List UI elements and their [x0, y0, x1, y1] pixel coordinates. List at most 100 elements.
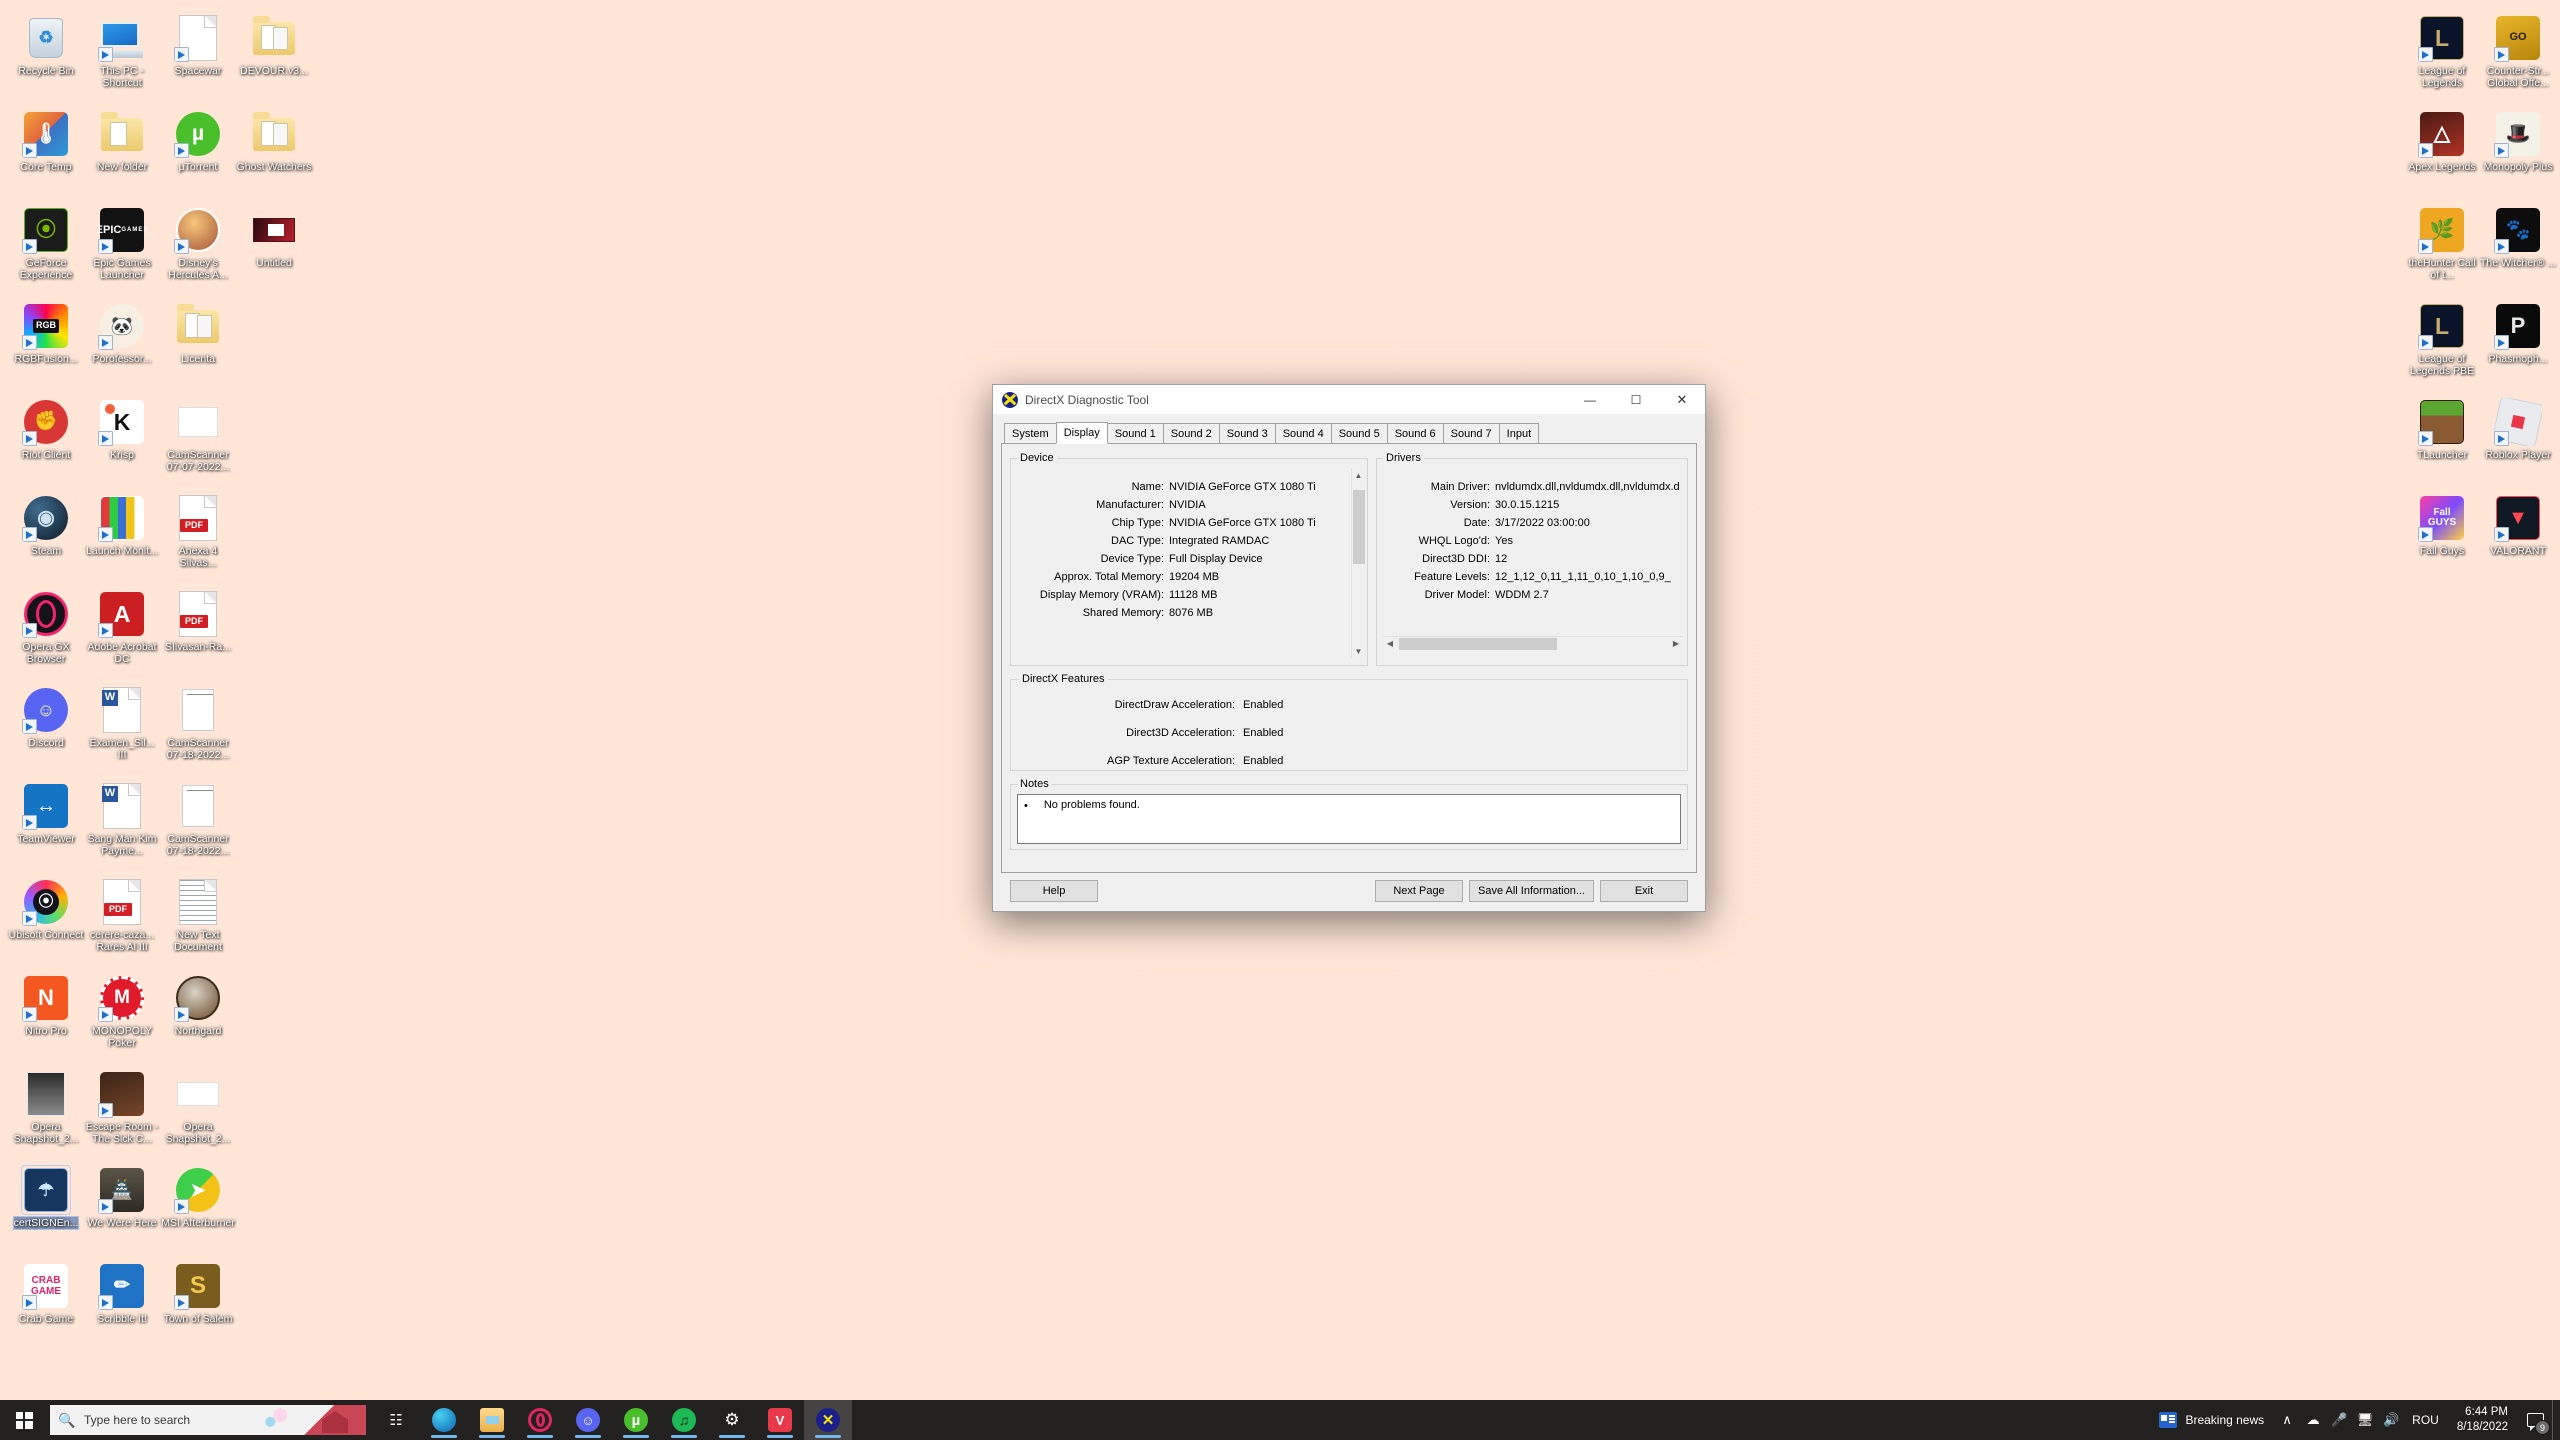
desktop-icon[interactable]: Escape Room - The Sick C... [84, 1064, 160, 1160]
desktop-icon[interactable]: K Krisp [84, 392, 160, 488]
desktop-icon[interactable]: CamScanner 07-07-2022... [160, 392, 236, 488]
scroll-up-icon[interactable]: ▲ [1352, 468, 1366, 482]
news-and-interests-button[interactable]: Breaking news [2149, 1400, 2274, 1440]
desktop-icon[interactable]: Opera GX Browser [8, 584, 84, 680]
desktop-icon[interactable]: ⦿ GeForce Experience [8, 200, 84, 296]
desktop-icon[interactable]: 🐼 Porofessor... [84, 296, 160, 392]
save-all-information-button[interactable]: Save All Information... [1469, 880, 1594, 902]
desktop-icon[interactable]: Roblox Player [2480, 392, 2556, 488]
desktop-icon[interactable]: W Examen_Sil... III [84, 680, 160, 776]
desktop-icon[interactable]: L League of Legends PBE [2404, 296, 2480, 392]
utorrent-button[interactable]: µ [612, 1400, 660, 1440]
desktop-icon[interactable]: A Adobe Acrobat DC [84, 584, 160, 680]
valorant-button[interactable]: V [756, 1400, 804, 1440]
desktop-icon[interactable]: ☺ Discord [8, 680, 84, 776]
desktop-icon[interactable]: Disney's Hercules A... [160, 200, 236, 296]
scroll-down-icon[interactable]: ▼ [1352, 644, 1366, 658]
desktop-icon[interactable]: This PC - Shortcut [84, 8, 160, 104]
desktop-icon[interactable]: Fall GUYS Fall Guys [2404, 488, 2480, 584]
desktop-icon[interactable]: New folder [84, 104, 160, 200]
desktop-icon[interactable]: Ghost Watchers [236, 104, 312, 200]
spotify-button[interactable]: ♫ [660, 1400, 708, 1440]
desktop-icon[interactable]: RGB RGBFusion... [8, 296, 84, 392]
desktop-icon[interactable]: Launch Monit... [84, 488, 160, 584]
help-button[interactable]: Help [1010, 880, 1098, 902]
discord-button[interactable]: ☺ [564, 1400, 612, 1440]
dxdiag-button[interactable]: ✕ [804, 1400, 852, 1440]
desktop-icon[interactable]: EPIC GAMES Epic Games Launcher [84, 200, 160, 296]
dxdiag-tab-bar[interactable]: System Display Sound 1 Sound 2 Sound 3 Sound … [1001, 422, 1697, 444]
opera-gx-button[interactable] [516, 1400, 564, 1440]
exit-button[interactable]: Exit [1600, 880, 1688, 902]
tab-sound-7[interactable]: Sound 7 [1442, 423, 1500, 443]
scroll-thumb[interactable] [1399, 637, 1557, 650]
desktop-icon[interactable]: △ Apex Legends [2404, 104, 2480, 200]
scroll-right-icon[interactable]: ▶ [1669, 637, 1683, 651]
volume-icon[interactable]: 🔊 [2378, 1400, 2404, 1440]
desktop-icon[interactable]: ↔ TeamViewer [8, 776, 84, 872]
desktop-icon[interactable]: 🏯 We Were Here [84, 1160, 160, 1256]
microsoft-edge-button[interactable] [420, 1400, 468, 1440]
tab-sound-5[interactable]: Sound 5 [1330, 423, 1388, 443]
tab-input[interactable]: Input [1498, 423, 1540, 443]
dxdiag-title-bar[interactable]: DirectX Diagnostic Tool — ☐ ✕ [993, 385, 1705, 415]
network-icon[interactable]: 🖥 [2352, 1400, 2378, 1440]
desktop-icon[interactable]: TLauncher [2404, 392, 2480, 488]
show-hidden-icons-button[interactable]: ∧ [2274, 1400, 2300, 1440]
tab-system[interactable]: System [1004, 423, 1057, 443]
desktop-icon[interactable]: New Text Document [160, 872, 236, 968]
desktop-icon[interactable]: ♻ Recycle Bin [8, 8, 84, 104]
desktop-icon[interactable]: 🌡 Core Temp [8, 104, 84, 200]
minimize-button[interactable]: — [1567, 385, 1613, 415]
taskbar[interactable]: 🔍 Type here to search ☷ ☺ µ ♫ ⚙ V ✕ Breaking n… [0, 1400, 2560, 1440]
next-page-button[interactable]: Next Page [1375, 880, 1463, 902]
drivers-horizontal-scrollbar[interactable]: ◀ ▶ [1383, 636, 1683, 650]
onedrive-icon[interactable]: ☁ [2300, 1400, 2326, 1440]
microphone-icon[interactable]: 🎤 [2326, 1400, 2352, 1440]
desktop-icon[interactable]: Opera Snapshot_2... [8, 1064, 84, 1160]
desktop-icon[interactable]: ✏ Scribble It! [84, 1256, 160, 1352]
desktop-icon[interactable]: ◉ Steam [8, 488, 84, 584]
desktop-icon[interactable]: Untitled [236, 200, 312, 296]
desktop-icon[interactable]: ⦿ Ubisoft Connect [8, 872, 84, 968]
desktop-icon[interactable]: ☂ certSIGNEn... [8, 1160, 84, 1256]
desktop-icon[interactable]: W Sang Man Kim Payme... [84, 776, 160, 872]
tab-sound-2[interactable]: Sound 2 [1162, 423, 1220, 443]
desktop-icon[interactable]: N Nitro Pro [8, 968, 84, 1064]
desktop-icon[interactable]: GO Counter-Str... Global Offe... [2480, 8, 2556, 104]
settings-button[interactable]: ⚙ [708, 1400, 756, 1440]
scroll-left-icon[interactable]: ◀ [1383, 637, 1397, 651]
desktop-icon[interactable]: M MONOPOLY Poker [84, 968, 160, 1064]
desktop-icon[interactable]: ▼ VALORANT [2480, 488, 2556, 584]
task-view-button[interactable]: ☷ [372, 1400, 420, 1440]
desktop-icon[interactable]: PDF SIlvasan-Ra... [160, 584, 236, 680]
dxdiag-window[interactable]: DirectX Diagnostic Tool — ☐ ✕ System Disp… [992, 384, 1706, 912]
desktop-icon[interactable]: Opera Snapshot_2... [160, 1064, 236, 1160]
scroll-thumb[interactable] [1352, 490, 1365, 564]
notification-center-button[interactable]: 9 [2518, 1400, 2552, 1440]
desktop-icon[interactable]: ✊ Riot Client [8, 392, 84, 488]
tab-sound-1[interactable]: Sound 1 [1106, 423, 1164, 443]
desktop-icon[interactable]: ➤ MSI Afterburner [160, 1160, 236, 1256]
language-indicator[interactable]: ROU [2404, 1400, 2447, 1440]
scroll-track[interactable] [1351, 482, 1366, 644]
desktop-icon[interactable]: L League of Legends [2404, 8, 2480, 104]
desktop-icon[interactable]: 🎩 Monopoly Plus [2480, 104, 2556, 200]
desktop-icon[interactable]: CRAB GAME Crab Game [8, 1256, 84, 1352]
tab-sound-3[interactable]: Sound 3 [1218, 423, 1276, 443]
close-button[interactable]: ✕ [1659, 385, 1705, 415]
scroll-track[interactable] [1397, 637, 1669, 651]
tab-sound-6[interactable]: Sound 6 [1386, 423, 1444, 443]
tab-sound-4[interactable]: Sound 4 [1274, 423, 1332, 443]
show-desktop-button[interactable] [2552, 1400, 2560, 1440]
start-button[interactable] [0, 1400, 48, 1440]
desktop-icon[interactable]: S Town of Salem [160, 1256, 236, 1352]
desktop-icon[interactable]: 🐾 The Witcher® ... [2480, 200, 2556, 296]
device-vertical-scrollbar[interactable]: ▲ ▼ [1351, 468, 1366, 658]
desktop-icon[interactable]: P Phasmoph... [2480, 296, 2556, 392]
search-box[interactable]: 🔍 Type here to search [50, 1405, 366, 1435]
desktop-icon[interactable]: Spacewar [160, 8, 236, 104]
desktop-icon[interactable]: PDF Anexa 4 Silvas... [160, 488, 236, 584]
desktop[interactable]: ♻ Recycle Bin 🌡 Core Temp ⦿ GeForce Experienc… [0, 0, 2560, 1440]
desktop-icon[interactable]: CamScanner 07-18-2022... [160, 680, 236, 776]
